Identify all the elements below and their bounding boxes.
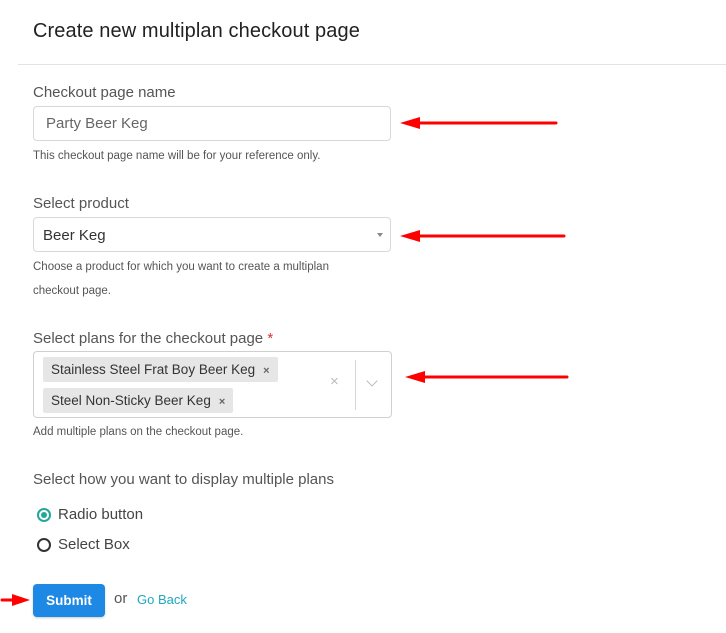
product-help-line2: checkout page. (33, 285, 112, 297)
display-mode-label: Select how you want to display multiple … (33, 471, 334, 488)
radio-option-label: Radio button (58, 506, 144, 523)
indicator-separator (355, 360, 356, 410)
checkout-name-label: Checkout page name (33, 84, 176, 101)
radio-option-select-box[interactable]: Select Box (37, 536, 130, 553)
submit-button[interactable]: Submit (33, 584, 105, 617)
plan-tag-label: Stainless Steel Frat Boy Beer Keg (51, 362, 256, 377)
checkout-name-value: Party Beer Keg (46, 115, 148, 132)
radio-checked-icon[interactable] (37, 507, 51, 522)
radio-option-radio-button[interactable]: Radio button (37, 506, 143, 523)
required-mark: * (267, 330, 274, 347)
annotation-arrow-icon (0, 594, 30, 606)
annotation-arrow-icon (400, 230, 566, 242)
checkout-name-input[interactable]: Party Beer Keg (33, 106, 391, 141)
checkout-name-help: This checkout page name will be for your… (33, 150, 321, 162)
plan-tag-label: Steel Non-Sticky Beer Keg (51, 393, 211, 408)
go-back-link[interactable]: Go Back (137, 592, 187, 607)
remove-tag-icon[interactable]: × (263, 365, 269, 377)
product-selected-value: Beer Keg (43, 227, 106, 244)
remove-tag-icon[interactable]: × (219, 396, 225, 408)
plans-label: Select plans for the checkout page * (33, 330, 273, 347)
clear-all-icon[interactable]: × (330, 373, 339, 390)
plans-multiselect[interactable]: Stainless Steel Frat Boy Beer Keg × Steel… (33, 351, 392, 418)
annotation-arrow-icon (400, 117, 558, 129)
plan-tag: Stainless Steel Frat Boy Beer Keg × (43, 357, 278, 382)
plan-tag: Steel Non-Sticky Beer Keg × (43, 388, 234, 413)
or-text: or (114, 590, 128, 607)
product-label: Select product (33, 195, 129, 212)
plans-label-text: Select plans for the checkout page (33, 330, 264, 347)
product-help-line1: Choose a product for which you want to c… (33, 261, 329, 273)
radio-unchecked-icon[interactable] (37, 537, 51, 552)
annotation-arrow-icon (405, 371, 569, 383)
caret-down-icon (377, 233, 383, 237)
radio-option-label: Select Box (58, 536, 130, 553)
plans-help: Add multiple plans on the checkout page. (33, 426, 244, 438)
product-select[interactable]: Beer Keg (33, 217, 391, 252)
page-title: Create new multiplan checkout page (33, 20, 360, 42)
chevron-down-icon[interactable] (366, 375, 378, 387)
header-divider (18, 64, 726, 65)
